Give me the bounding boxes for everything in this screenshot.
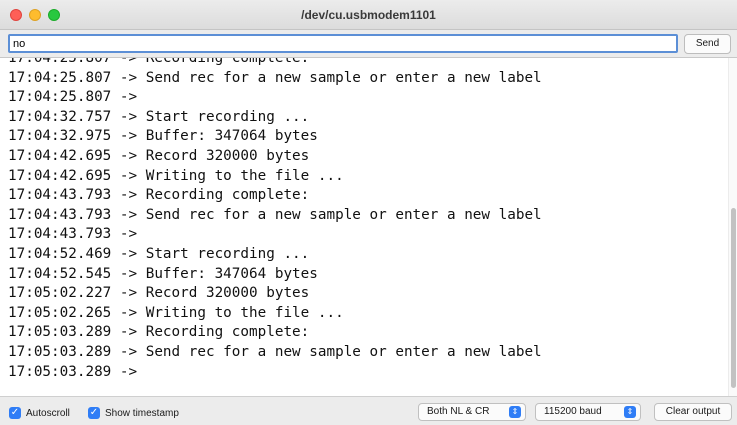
serial-input[interactable]: [8, 34, 678, 53]
autoscroll-label: Autoscroll: [26, 408, 70, 419]
output-line: 17:04:52.545 -> Buffer: 347064 bytes: [8, 265, 318, 282]
output-line: 17:04:25.807 -> Recording complete:: [8, 58, 310, 66]
send-button[interactable]: Send: [684, 34, 731, 54]
serial-output[interactable]: 17:04:25.807 -> Recording complete: 17:04…: [0, 58, 737, 396]
output-line: 17:05:03.289 -> Recording complete:: [8, 324, 310, 341]
input-bar: Send: [0, 30, 737, 58]
window-title: /dev/cu.usbmodem1101: [301, 8, 436, 22]
output-line: 17:04:42.695 -> Writing to the file ...: [8, 167, 344, 184]
title-bar: /dev/cu.usbmodem1101: [0, 0, 737, 30]
output-line: 17:05:03.289 -> Send rec for a new sampl…: [8, 343, 542, 360]
autoscroll-checkbox[interactable]: ✓: [9, 407, 21, 419]
baud-rate-select[interactable]: 115200 baud ⇕: [535, 403, 641, 421]
line-ending-select[interactable]: Both NL & CR ⇕: [418, 403, 526, 421]
output-line: 17:04:52.469 -> Start recording ...: [8, 245, 310, 262]
output-line: 17:04:43.793 -> Send rec for a new sampl…: [8, 206, 542, 223]
show-timestamp-checkbox[interactable]: ✓: [88, 407, 100, 419]
chevron-updown-icon: ⇕: [509, 406, 521, 418]
chevron-updown-icon: ⇕: [624, 406, 636, 418]
output-line: 17:05:03.289 ->: [8, 363, 138, 380]
output-line: 17:04:25.807 -> Send rec for a new sampl…: [8, 69, 542, 86]
output-line: 17:04:43.793 -> Recording complete:: [8, 187, 310, 204]
baud-rate-value: 115200 baud: [544, 406, 602, 417]
show-timestamp-label: Show timestamp: [105, 408, 179, 419]
output-line: 17:04:43.793 ->: [8, 226, 138, 243]
output-line: 17:05:02.265 -> Writing to the file ...: [8, 304, 344, 321]
output-line: 17:04:32.975 -> Buffer: 347064 bytes: [8, 128, 318, 145]
line-ending-value: Both NL & CR: [427, 406, 490, 417]
output-line: 17:04:42.695 -> Record 320000 bytes: [8, 147, 310, 164]
status-bar: ✓ Autoscroll ✓ Show timestamp Both NL & …: [0, 396, 737, 425]
clear-output-button[interactable]: Clear output: [654, 403, 732, 421]
output-line: 17:05:02.227 -> Record 320000 bytes: [8, 285, 310, 302]
output-scrollbar[interactable]: [728, 58, 737, 396]
output-line: 17:04:25.807 ->: [8, 89, 138, 106]
scrollbar-thumb[interactable]: [731, 208, 736, 388]
output-lines: 17:04:25.807 -> Recording complete: 17:04…: [8, 58, 542, 382]
output-line: 17:04:32.757 -> Start recording ...: [8, 108, 310, 125]
